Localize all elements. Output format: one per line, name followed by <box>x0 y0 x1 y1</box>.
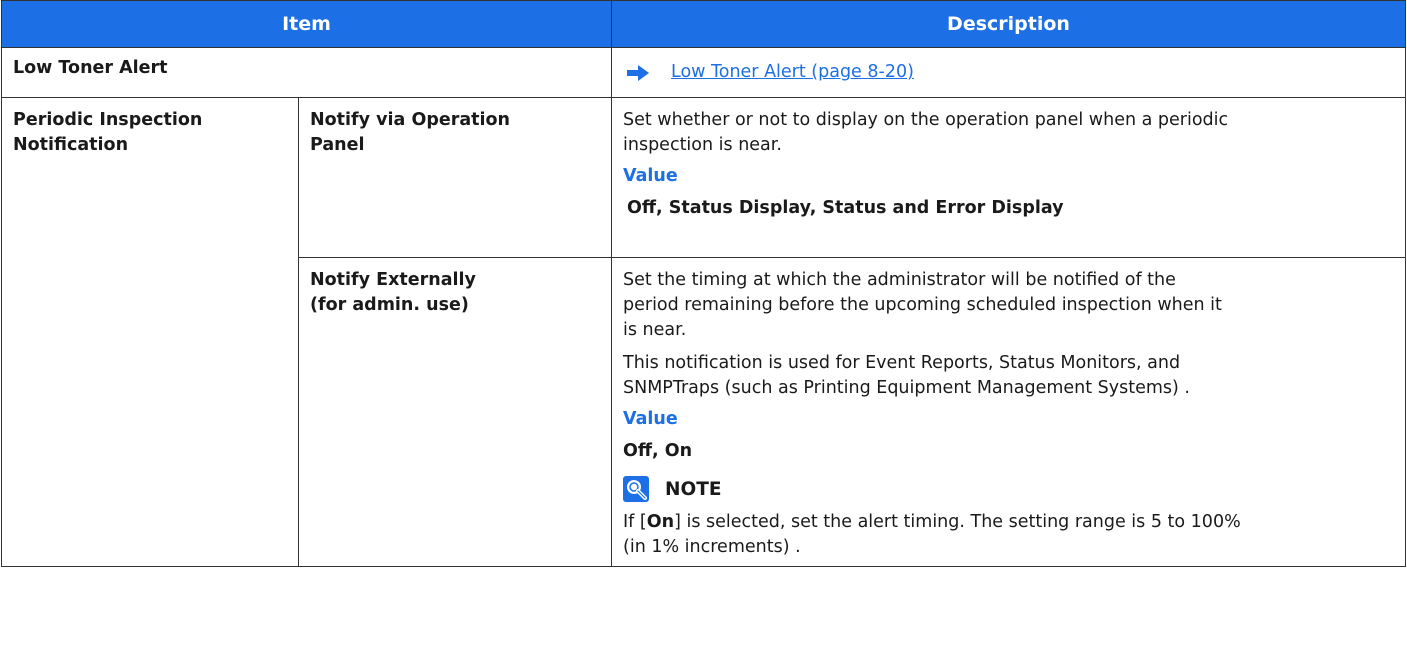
low-toner-link[interactable]: Low Toner Alert (page 8-20) <box>671 60 914 85</box>
note-text-line2: (in 1% increments) . <box>623 537 801 557</box>
external-desc-paragraph-1: Set the timing at which the administrato… <box>623 268 1395 343</box>
low-toner-link-row: Low Toner Alert (page 8-20) <box>623 60 1395 85</box>
external-desc-paragraph-2: This notification is used for Event Repo… <box>623 351 1395 401</box>
periodic-label-cell: Periodic Inspection Notification <box>1 97 299 567</box>
settings-table: Item Description Low Toner Alert Low Ton… <box>1 0 1406 567</box>
panel-label-line2: Panel <box>310 135 365 155</box>
note-title: NOTE <box>665 478 722 500</box>
panel-desc-cell: Set whether or not to display on the ope… <box>611 97 1406 258</box>
header-item: Item <box>1 0 612 48</box>
note-body: If [On] is selected, set the alert timin… <box>623 510 1395 560</box>
table-row-periodic-panel: Periodic Inspection Notification Notify … <box>1 97 1406 567</box>
note-header: NOTE <box>623 476 1395 502</box>
external-label-cell: Notify Externally (for admin. use) <box>298 257 612 567</box>
panel-value-text: Off, Status Display, Status and Error Di… <box>627 198 1064 218</box>
panel-desc-line1: Set whether or not to display on the ope… <box>623 110 1229 130</box>
panel-label-cell: Notify via Operation Panel <box>298 97 612 258</box>
panel-desc-line2: inspection is near. <box>623 135 782 155</box>
low-toner-label-cell: Low Toner Alert <box>1 47 612 98</box>
panel-label-line1: Notify via Operation <box>310 110 511 130</box>
table-row-low-toner: Low Toner Alert Low Toner Alert (page 8-… <box>1 47 1406 98</box>
note-text-bold: On <box>646 512 675 532</box>
periodic-label-line2: Notification <box>13 135 129 155</box>
external-desc2-line1: This notification is used for Event Repo… <box>623 353 1181 373</box>
panel-value-label: Value <box>623 166 678 186</box>
low-toner-desc-cell: Low Toner Alert (page 8-20) <box>611 47 1406 98</box>
external-value-text: Off, On <box>623 441 693 461</box>
external-label-line1: Notify Externally <box>310 270 476 290</box>
arrow-right-icon <box>627 64 649 81</box>
note-lightbulb-icon <box>623 476 649 502</box>
external-desc1-line1: Set the timing at which the administrato… <box>623 270 1176 290</box>
external-value-label: Value <box>623 409 678 429</box>
external-desc1-line2: period remaining before the upcoming sch… <box>623 295 1222 315</box>
external-desc-cell: Set the timing at which the administrato… <box>611 257 1406 567</box>
low-toner-label: Low Toner Alert <box>13 58 168 78</box>
external-label-line2: (for admin. use) <box>310 295 469 315</box>
note-text-post: ] is selected, set the alert timing. The… <box>674 512 1241 532</box>
external-desc2-line2: SNMPTraps (such as Printing Equipment Ma… <box>623 378 1190 398</box>
header-description: Description <box>611 0 1406 48</box>
external-desc1-line3: is near. <box>623 320 687 340</box>
note-text-pre: If [ <box>623 512 647 532</box>
periodic-label-line1: Periodic Inspection <box>13 110 203 130</box>
table-header-row: Item Description <box>1 0 1406 48</box>
